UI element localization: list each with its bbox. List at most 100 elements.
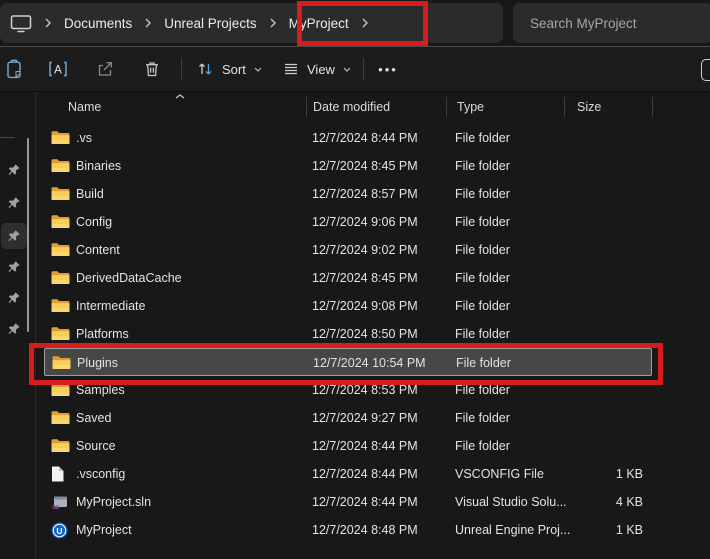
column-header-size[interactable]: Size: [577, 92, 601, 122]
file-size: 1 KB: [544, 516, 643, 544]
rename-button[interactable]: A: [41, 52, 75, 86]
file-row[interactable]: Build 12/7/2024 8:57 PM File folder: [44, 180, 652, 208]
sort-button[interactable]: Sort: [188, 52, 271, 86]
folder-icon: [51, 270, 70, 285]
pushpin-icon: [7, 322, 21, 336]
file-name: Build: [76, 180, 104, 208]
pinned-item-button[interactable]: [1, 254, 27, 280]
file-row[interactable]: Binaries 12/7/2024 8:45 PM File folder: [44, 152, 652, 180]
chevron-down-icon: [343, 67, 351, 72]
more-options-icon: •••: [378, 62, 398, 77]
svg-text:U: U: [56, 526, 62, 536]
toolbar-separator: [363, 58, 364, 80]
folder-icon: [51, 326, 70, 341]
more-options-button[interactable]: •••: [371, 52, 405, 86]
file-date-modified: 12/7/2024 8:48 PM: [312, 516, 418, 544]
file-date-modified: 12/7/2024 8:57 PM: [312, 180, 418, 208]
file-size: 1 KB: [544, 460, 643, 488]
view-label: View: [307, 62, 335, 77]
file-name: .vsconfig: [76, 460, 125, 488]
file-date-modified: 12/7/2024 8:45 PM: [312, 152, 418, 180]
file-type: VSCONFIG File: [455, 460, 544, 488]
file-name: Intermediate: [76, 292, 145, 320]
unreal-engine-icon: U: [51, 522, 68, 539]
file-size: [544, 236, 643, 264]
folder-icon: [51, 158, 70, 173]
file-icon-slot: [51, 242, 70, 258]
folder-icon: [51, 438, 70, 453]
file-icon-slot: [51, 410, 70, 426]
folder-icon: [51, 298, 70, 313]
sort-ascending-icon: [175, 94, 185, 99]
file-icon-slot: [51, 438, 70, 454]
chevron-down-icon: [254, 67, 262, 72]
pinned-item-button[interactable]: [1, 285, 27, 311]
file-date-modified: 12/7/2024 9:06 PM: [312, 208, 418, 236]
command-toolbar: A Sort: [0, 47, 710, 91]
file-name: Binaries: [76, 152, 121, 180]
file-row[interactable]: U MyProject 12/7/2024 8:48 PM Unreal Eng…: [44, 516, 652, 544]
folder-icon: [51, 130, 70, 145]
nav-pane-scrollbar[interactable]: [27, 138, 29, 332]
visual-studio-icon: ∞: [51, 494, 68, 511]
search-box[interactable]: [513, 3, 710, 43]
file-date-modified: 12/7/2024 8:45 PM: [312, 264, 418, 292]
rename-icon: A: [48, 60, 68, 78]
chevron-right-icon: [270, 18, 276, 28]
file-icon-slot: [51, 270, 70, 286]
file-row[interactable]: DerivedDataCache 12/7/2024 8:45 PM File …: [44, 264, 652, 292]
file-size: [544, 180, 643, 208]
column-resize-handle[interactable]: [306, 97, 307, 117]
file-date-modified: 12/7/2024 9:02 PM: [312, 236, 418, 264]
breadcrumb-documents[interactable]: Documents: [64, 16, 132, 31]
file-row[interactable]: ∞ MyProject.sln 12/7/2024 8:44 PM Visual…: [44, 488, 652, 516]
pinned-item-button[interactable]: [1, 157, 27, 183]
pushpin-icon: [7, 260, 21, 274]
file-row[interactable]: Config 12/7/2024 9:06 PM File folder: [44, 208, 652, 236]
paste-button[interactable]: [0, 52, 31, 86]
column-header-name[interactable]: Name: [68, 92, 101, 122]
breadcrumb-unreal-projects[interactable]: Unreal Projects: [164, 16, 256, 31]
file-icon-slot: ∞: [51, 494, 68, 510]
column-header-type[interactable]: Type: [457, 92, 484, 122]
file-row[interactable]: Content 12/7/2024 9:02 PM File folder: [44, 236, 652, 264]
pinned-item-button[interactable]: [1, 223, 27, 249]
column-resize-handle[interactable]: [652, 97, 653, 117]
file-row[interactable]: Intermediate 12/7/2024 9:08 PM File fold…: [44, 292, 652, 320]
file-type: File folder: [455, 404, 510, 432]
divider: [35, 92, 36, 559]
file-size: [544, 152, 643, 180]
file-size: [544, 404, 643, 432]
file-date-modified: 12/7/2024 8:44 PM: [312, 488, 418, 516]
column-resize-handle[interactable]: [446, 97, 447, 117]
file-icon-slot: [51, 298, 70, 314]
file-type: File folder: [455, 152, 510, 180]
svg-text:A: A: [54, 65, 62, 77]
file-row[interactable]: .vs 12/7/2024 8:44 PM File folder: [44, 124, 652, 152]
folder-icon: [51, 186, 70, 201]
view-icon: [283, 61, 299, 77]
file-row[interactable]: .vsconfig 12/7/2024 8:44 PM VSCONFIG Fil…: [44, 460, 652, 488]
file-row[interactable]: Saved 12/7/2024 9:27 PM File folder: [44, 404, 652, 432]
file-type: File folder: [455, 264, 510, 292]
preview-pane-icon[interactable]: [701, 59, 710, 81]
delete-button[interactable]: [135, 52, 169, 86]
file-size: [544, 264, 643, 292]
file-icon-slot: [51, 466, 64, 482]
column-resize-handle[interactable]: [564, 97, 565, 117]
view-button[interactable]: View: [274, 52, 360, 86]
file-icon-slot: U: [51, 522, 68, 538]
file-size: [544, 432, 643, 460]
search-input[interactable]: [513, 3, 710, 43]
divider: [0, 137, 15, 138]
pushpin-icon: [7, 196, 21, 210]
file-name: DerivedDataCache: [76, 264, 182, 292]
pinned-item-button[interactable]: [1, 316, 27, 342]
share-button[interactable]: [88, 52, 122, 86]
paste-icon: [5, 59, 23, 79]
chevron-right-icon: [145, 18, 151, 28]
file-name: .vs: [76, 124, 92, 152]
column-header-date-modified[interactable]: Date modified: [313, 92, 390, 122]
pinned-item-button[interactable]: [1, 190, 27, 216]
file-row[interactable]: Source 12/7/2024 8:44 PM File folder: [44, 432, 652, 460]
